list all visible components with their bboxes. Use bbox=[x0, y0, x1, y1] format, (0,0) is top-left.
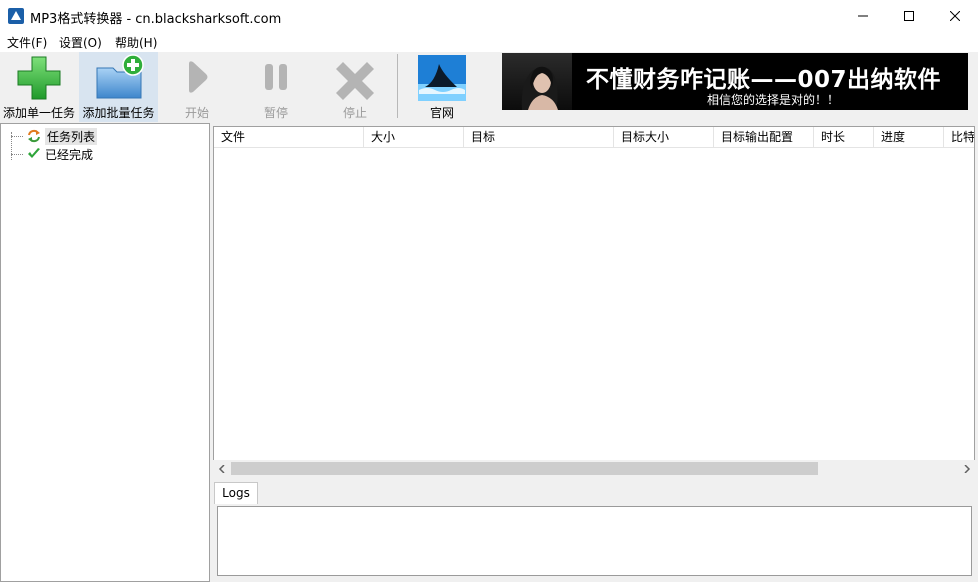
tree-item-task-list[interactable]: 任务列表 bbox=[27, 127, 98, 145]
tab-logs[interactable]: Logs bbox=[214, 482, 258, 504]
tree-connector bbox=[11, 136, 23, 137]
logs-output[interactable] bbox=[217, 506, 972, 576]
add-batch-task-button[interactable]: 添加批量任务 bbox=[79, 52, 158, 122]
column-header-size[interactable]: 大小 bbox=[364, 127, 464, 148]
tree-connector bbox=[11, 154, 23, 155]
add-single-task-button[interactable]: 添加单一任务 bbox=[0, 52, 78, 122]
checkmark-icon bbox=[28, 148, 40, 158]
close-button[interactable] bbox=[932, 0, 978, 32]
pause-icon bbox=[251, 54, 301, 102]
chevron-left-icon bbox=[218, 464, 225, 473]
task-table: 文件 大小 目标 目标大小 目标输出配置 时长 进度 比特 bbox=[213, 126, 975, 477]
title-bar: MP3格式转换器 - cn.blacksharksoft.com bbox=[0, 0, 978, 32]
app-icon bbox=[8, 8, 24, 24]
stop-button[interactable]: 停止 bbox=[316, 52, 394, 122]
column-header-bitrate[interactable]: 比特 bbox=[944, 127, 974, 148]
minimize-icon bbox=[858, 15, 868, 17]
x-stop-icon bbox=[330, 54, 380, 102]
banner-portrait-image bbox=[502, 53, 572, 110]
chevron-right-icon bbox=[963, 464, 970, 473]
add-batch-task-label: 添加批量任务 bbox=[82, 106, 155, 120]
tree-item-completed[interactable]: 已经完成 bbox=[27, 145, 93, 163]
refresh-arrows-icon bbox=[28, 129, 40, 143]
menu-file[interactable]: 文件(F) bbox=[7, 34, 47, 51]
pause-label: 暂停 bbox=[263, 106, 288, 120]
website-label: 官网 bbox=[429, 106, 454, 120]
column-header-output-config[interactable]: 目标输出配置 bbox=[714, 127, 814, 148]
column-header-file[interactable]: 文件 bbox=[214, 127, 364, 148]
website-button[interactable]: 官网 bbox=[405, 52, 479, 122]
banner-title: 不懂财务咋记账——007出纳软件 bbox=[586, 67, 942, 93]
menu-bar: 文件(F) 设置(O) 帮助(H) bbox=[0, 32, 978, 52]
stop-label: 停止 bbox=[342, 106, 367, 120]
shark-logo-icon bbox=[417, 54, 467, 102]
menu-help[interactable]: 帮助(H) bbox=[115, 34, 157, 51]
start-button[interactable]: 开始 bbox=[160, 52, 234, 122]
toolbar-separator bbox=[397, 54, 398, 118]
maximize-icon bbox=[904, 11, 914, 21]
minimize-button[interactable] bbox=[840, 0, 886, 32]
horizontal-scrollbar[interactable] bbox=[213, 460, 975, 477]
green-plus-icon bbox=[14, 54, 64, 102]
tree-item-label: 任务列表 bbox=[45, 127, 98, 145]
add-single-task-label: 添加单一任务 bbox=[2, 106, 75, 120]
task-tree: 任务列表 已经完成 bbox=[0, 123, 210, 582]
folder-add-icon bbox=[94, 54, 144, 102]
close-icon bbox=[950, 11, 960, 21]
window-title: MP3格式转换器 - cn.blacksharksoft.com bbox=[30, 12, 282, 27]
maximize-button[interactable] bbox=[886, 0, 932, 32]
scroll-right-button[interactable] bbox=[958, 460, 975, 477]
column-header-target-size[interactable]: 目标大小 bbox=[614, 127, 714, 148]
column-header-duration[interactable]: 时长 bbox=[814, 127, 874, 148]
table-header: 文件 大小 目标 目标大小 目标输出配置 时长 进度 比特 bbox=[214, 127, 974, 148]
pause-button[interactable]: 暂停 bbox=[238, 52, 314, 122]
column-header-target[interactable]: 目标 bbox=[464, 127, 614, 148]
menu-settings[interactable]: 设置(O) bbox=[59, 34, 102, 51]
banner-subtitle: 相信您的选择是对的！！ bbox=[707, 93, 840, 107]
scroll-left-button[interactable] bbox=[213, 460, 230, 477]
scrollbar-thumb[interactable] bbox=[231, 462, 818, 475]
ad-banner[interactable]: 不懂财务咋记账——007出纳软件 相信您的选择是对的！！ bbox=[502, 53, 968, 110]
tree-item-label: 已经完成 bbox=[45, 147, 94, 162]
play-icon bbox=[172, 54, 222, 102]
start-label: 开始 bbox=[184, 106, 209, 120]
column-header-progress[interactable]: 进度 bbox=[874, 127, 944, 148]
